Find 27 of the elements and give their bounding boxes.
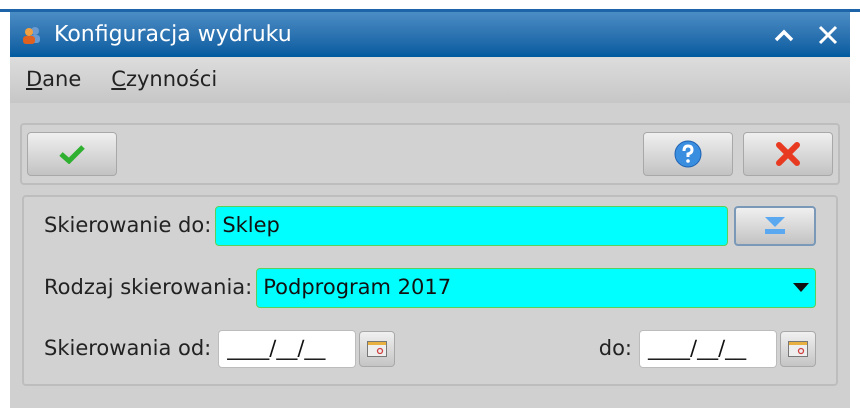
calendar-button[interactable] [780, 331, 816, 367]
calendar-icon [788, 341, 808, 357]
select-icon [763, 216, 787, 236]
date-field[interactable]: ____/__/__ [639, 330, 777, 368]
type-dropdown[interactable]: Podprogram 2017 [256, 268, 816, 308]
checkmark-icon [59, 144, 85, 164]
users-icon [22, 24, 42, 44]
collapse-icon[interactable] [774, 28, 794, 42]
confirm-button[interactable] [27, 132, 117, 176]
menu-item[interactable]: Czynności [111, 64, 218, 96]
close-icon[interactable] [818, 24, 838, 44]
recipient-field[interactable]: Sklep [215, 206, 728, 246]
menu-item[interactable]: Dane [26, 64, 82, 96]
window-title: Konfiguracja wydruku [54, 21, 293, 49]
field-label: Rodzaj skierowania: [44, 274, 252, 302]
help-icon [673, 139, 703, 169]
field-label: do: [598, 335, 632, 362]
dropdown-caret-icon [793, 283, 809, 293]
field-label: Skierowanie do: [44, 212, 212, 240]
cancel-button[interactable] [743, 132, 833, 176]
field-label: Skierowania od: [44, 335, 212, 362]
date-field[interactable]: ____/__/__ [218, 330, 356, 368]
help-button[interactable] [643, 132, 733, 176]
select-button[interactable] [734, 206, 816, 246]
close-icon [775, 141, 801, 167]
calendar-button[interactable] [359, 331, 396, 367]
calendar-icon [367, 341, 388, 357]
